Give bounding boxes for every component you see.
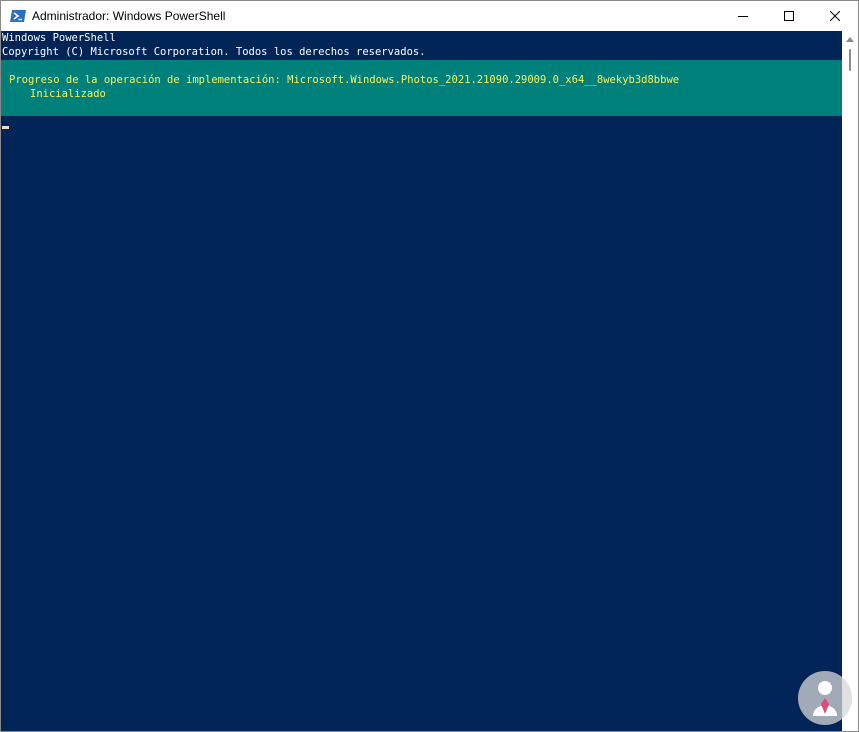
- powershell-icon[interactable]: [10, 8, 26, 24]
- text-cursor: [2, 126, 9, 129]
- progress-activity: Progreso de la operación de implementaci…: [9, 74, 680, 86]
- console-line-header: Windows PowerShell: [2, 32, 116, 44]
- console-line-copyright: Copyright (C) Microsoft Corporation. Tod…: [2, 46, 426, 58]
- vertical-scrollbar[interactable]: [842, 31, 858, 731]
- close-button[interactable]: [812, 1, 858, 31]
- caption-buttons: [720, 1, 858, 31]
- minimize-button[interactable]: [720, 1, 766, 31]
- progress-status: Inicializado: [30, 88, 106, 100]
- person-watermark-icon: [798, 671, 852, 725]
- powershell-window: Administrador: Windows PowerShell Window…: [0, 0, 859, 732]
- console-output[interactable]: Windows PowerShell Copyright (C) Microso…: [1, 31, 842, 731]
- close-icon: [830, 11, 840, 21]
- title-bar[interactable]: Administrador: Windows PowerShell: [1, 1, 858, 31]
- scroll-thumb[interactable]: [849, 49, 851, 71]
- maximize-icon: [784, 11, 794, 21]
- window-title: Administrador: Windows PowerShell: [32, 9, 226, 23]
- minimize-icon: [738, 16, 748, 17]
- scroll-up-arrow-icon[interactable]: [846, 37, 854, 42]
- maximize-button[interactable]: [766, 1, 812, 31]
- progress-banner: Progreso de la operación de implementaci…: [1, 60, 842, 116]
